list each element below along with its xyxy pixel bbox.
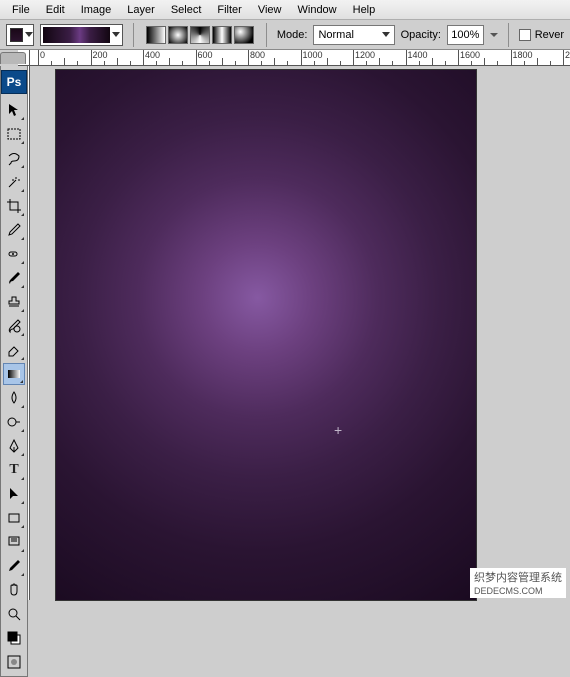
gradient-picker[interactable] (40, 24, 123, 46)
shape-tool[interactable] (3, 507, 25, 529)
hand-tool[interactable] (3, 579, 25, 601)
crop-tool[interactable] (3, 195, 25, 217)
toolbox-grip[interactable] (0, 52, 26, 64)
pen-tool[interactable] (3, 435, 25, 457)
menu-image[interactable]: Image (73, 2, 120, 18)
ruler-label: 1600 (460, 50, 480, 60)
stamp-tool[interactable] (3, 291, 25, 313)
watermark: 织梦内容管理系统 DEDECMS.COM (470, 568, 566, 598)
eyedropper2-tool[interactable] (3, 555, 25, 577)
mode-value: Normal (318, 29, 353, 41)
eraser-tool[interactable] (3, 339, 25, 361)
checkbox-icon (519, 29, 531, 41)
opacity-flyout-icon[interactable] (490, 33, 498, 37)
gradient-preview-icon (43, 27, 110, 43)
crosshair-cursor-icon: + (334, 422, 342, 438)
blur-tool[interactable] (3, 387, 25, 409)
zoom-tool[interactable] (3, 603, 25, 625)
photoshop-logo-icon: Ps (1, 70, 27, 94)
options-bar: Mode: Normal Opacity: 100% Rever (0, 20, 570, 50)
ruler-label: 1400 (408, 50, 428, 60)
quick-mask-toggle[interactable] (3, 651, 25, 673)
workspace: + (30, 66, 570, 600)
separator (508, 23, 509, 47)
menu-view[interactable]: View (250, 2, 290, 18)
document-canvas[interactable]: + (56, 70, 476, 600)
dropdown-arrow-icon (25, 32, 33, 37)
menu-edit[interactable]: Edit (38, 2, 73, 18)
reverse-checkbox[interactable]: Rever (519, 29, 564, 41)
ruler-label: 0 (40, 50, 45, 60)
path-select-tool[interactable] (3, 483, 25, 505)
heal-tool[interactable] (3, 243, 25, 265)
brush-tool[interactable] (3, 267, 25, 289)
gradient-type-group (144, 24, 256, 46)
watermark-cn: 织梦内容管理系统 (474, 572, 562, 584)
marquee-tool[interactable] (3, 123, 25, 145)
opacity-label: Opacity: (401, 29, 441, 41)
menu-bar: File Edit Image Layer Select Filter View… (0, 0, 570, 20)
mode-label: Mode: (277, 29, 308, 41)
history-brush-tool[interactable] (3, 315, 25, 337)
dropdown-arrow-icon (112, 32, 120, 37)
separator (133, 23, 134, 47)
color-swatches[interactable] (3, 627, 25, 649)
ruler-label: 800 (250, 50, 265, 60)
mode-select[interactable]: Normal (313, 25, 394, 45)
ruler-label: 600 (198, 50, 213, 60)
opacity-input[interactable]: 100% (447, 25, 484, 45)
type-tool[interactable]: T (3, 459, 25, 481)
dropdown-arrow-icon (382, 32, 390, 37)
angle-gradient-button[interactable] (190, 26, 210, 44)
ruler-label: 200 (93, 50, 108, 60)
diamond-gradient-button[interactable] (234, 26, 254, 44)
ruler-label: 200 (565, 50, 570, 60)
lasso-tool[interactable] (3, 147, 25, 169)
menu-help[interactable]: Help (345, 2, 384, 18)
tool-preset-picker[interactable] (6, 24, 34, 46)
reverse-label: Rever (535, 29, 564, 41)
horizontal-ruler[interactable]: 0 200 400 600 800 1000 1200 1400 1600 1800 200 (30, 50, 570, 66)
menu-layer[interactable]: Layer (119, 2, 163, 18)
eyedropper-tool[interactable] (3, 219, 25, 241)
ruler-label: 1800 (513, 50, 533, 60)
menu-filter[interactable]: Filter (209, 2, 249, 18)
ruler-label: 400 (145, 50, 160, 60)
watermark-en: DEDECMS.COM (474, 586, 543, 596)
foreground-swatch-icon (10, 28, 23, 42)
dodge-tool[interactable] (3, 411, 25, 433)
move-tool[interactable] (3, 99, 25, 121)
opacity-value: 100% (451, 29, 479, 41)
wand-tool[interactable] (3, 171, 25, 193)
menu-file[interactable]: File (4, 2, 38, 18)
notes-tool[interactable] (3, 531, 25, 553)
reflected-gradient-button[interactable] (212, 26, 232, 44)
gradient-tool[interactable] (3, 363, 25, 385)
ruler-label: 1200 (355, 50, 375, 60)
ruler-label: 1000 (303, 50, 323, 60)
menu-window[interactable]: Window (290, 2, 345, 18)
toolbox: Ps T (0, 66, 28, 677)
separator (266, 23, 267, 47)
radial-gradient-button[interactable] (168, 26, 188, 44)
linear-gradient-button[interactable] (146, 26, 166, 44)
menu-select[interactable]: Select (163, 2, 210, 18)
